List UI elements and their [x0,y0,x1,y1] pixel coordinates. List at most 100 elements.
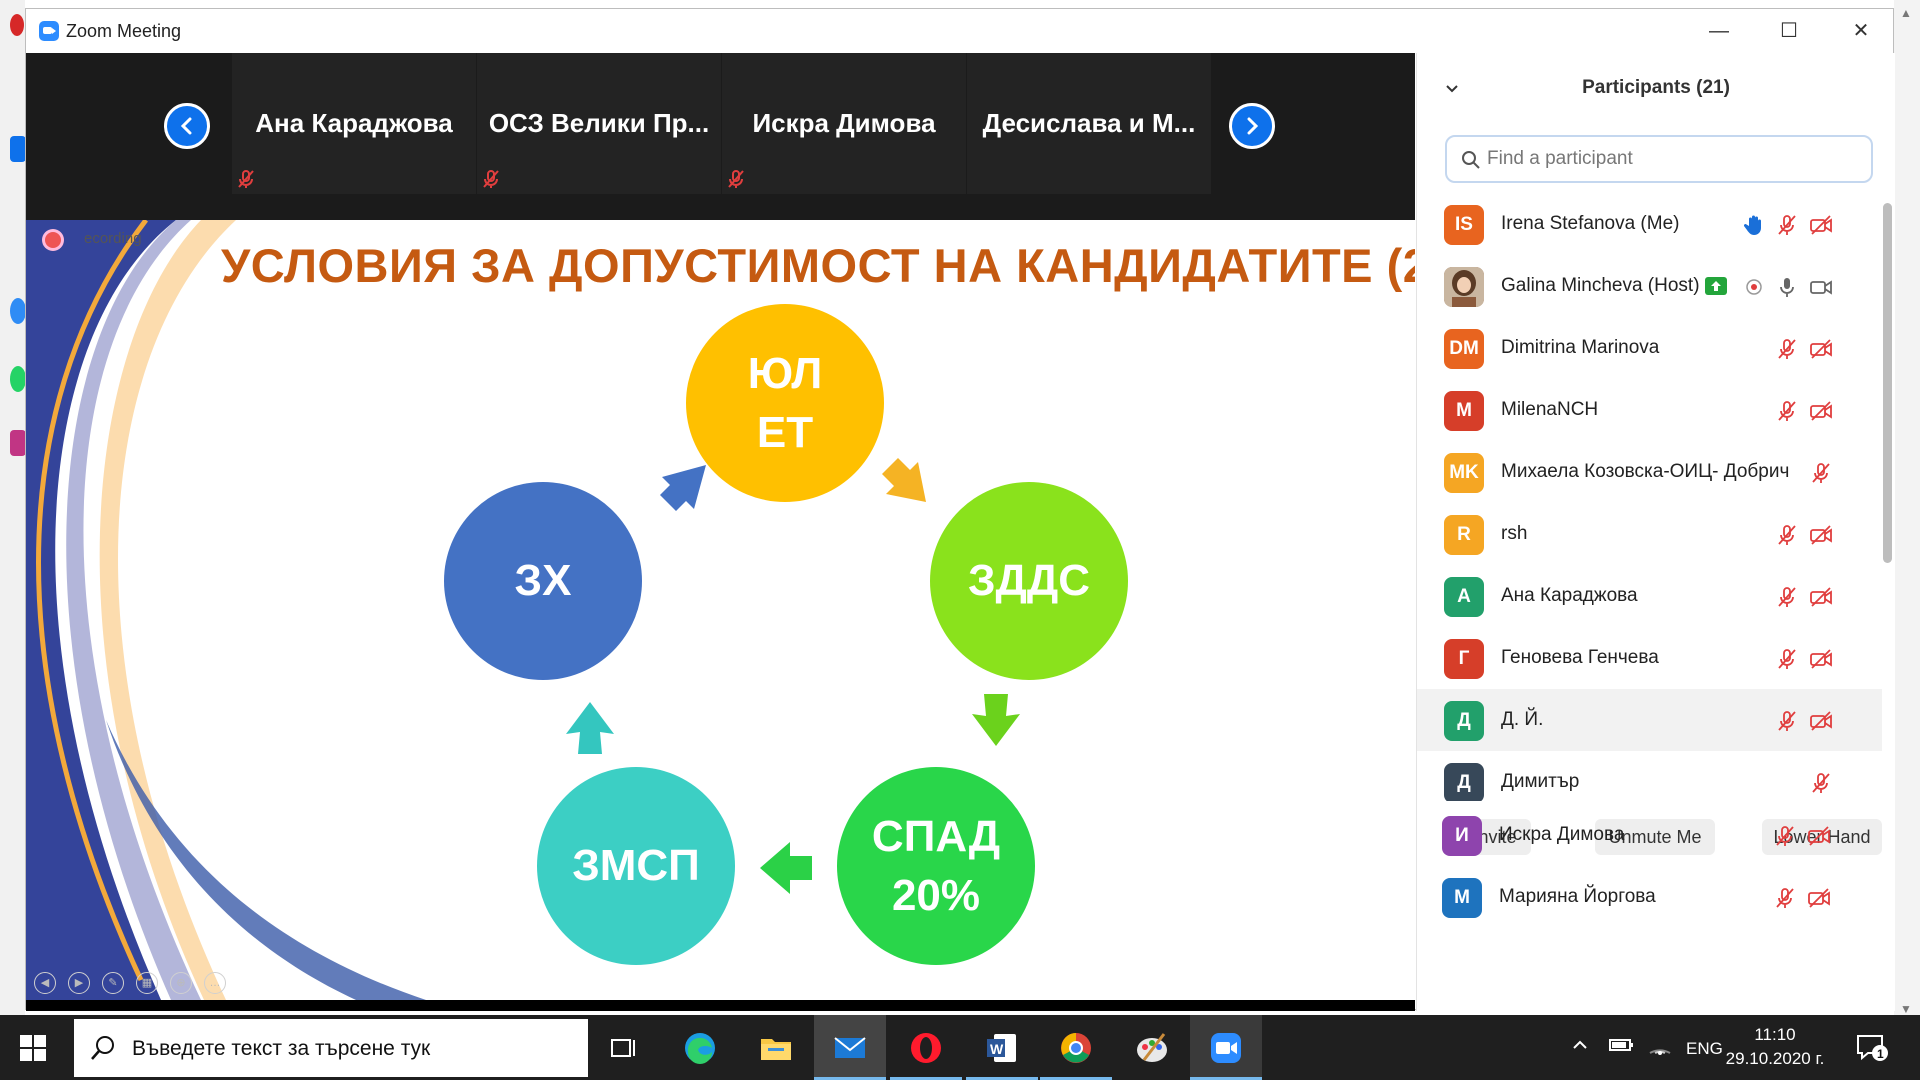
tile-name: ОСЗ Велики Пр... [488,108,710,138]
avatar: Г [1444,639,1484,679]
muted-mic-icon [1812,463,1830,483]
video-tile[interactable]: ОСЗ Велики Пр... [477,53,721,194]
muted-mic-icon [238,170,254,188]
participant-list-continued: И Искра Димова М Марияна Йоргова [1415,804,1880,928]
edge-icon [685,1033,715,1064]
slide-zoom-control[interactable]: ⊕ [170,972,192,994]
show-hidden-icons[interactable] [1570,1035,1590,1060]
taskbar-clock[interactable]: 11:10 29.10.2020 г. [1720,1023,1830,1071]
zoom-icon [1211,1033,1241,1063]
paint-palette-icon [1137,1033,1167,1062]
file-explorer-app[interactable] [740,1015,812,1080]
clock-date: 29.10.2020 г. [1725,1049,1825,1068]
word-icon: W [987,1034,1016,1062]
circle-spad: СПАД 20% [837,767,1035,965]
participant-name: Марияна Йоргова [1499,886,1656,907]
participant-name: MilenaNCH [1501,399,1599,420]
notification-center-button[interactable]: 1 [1855,1033,1889,1068]
windows-start-icon[interactable] [20,1035,46,1061]
video-tile[interactable]: Ана Караджова [232,53,476,194]
record-icon [1746,279,1762,295]
participant-name: Димитър [1501,771,1580,792]
participant-row[interactable]: DM Dimitrina Marinova [1417,317,1882,379]
participant-row[interactable]: А Ана Караджова [1417,565,1882,627]
participant-row[interactable]: Г Геновева Генчева [1417,627,1882,689]
participant-row[interactable]: IS Irena Stefanova (Me) [1417,193,1882,255]
circle-ul-et: ЮЛ ЕТ [686,304,884,502]
avatar: М [1442,878,1482,918]
battery-tray[interactable] [1608,1035,1634,1060]
language-indicator[interactable]: ENG [1686,1039,1723,1059]
instagram-icon-partial [10,430,26,456]
recording-label: ecording [84,230,142,247]
participant-name: Искра Димова [1499,824,1625,845]
avatar: А [1444,577,1484,617]
mail-app[interactable] [814,1015,886,1080]
avatar: DM [1444,329,1484,369]
muted-mic-icon [1778,339,1796,359]
participant-row[interactable]: Galina Mincheva (Host) [1417,255,1882,317]
participants-title: Participants (21) [1582,77,1730,98]
slide-grid-control[interactable]: ▦ [136,972,158,994]
video-tile[interactable]: Искра Димова [722,53,966,194]
participant-search[interactable] [1445,135,1873,183]
video-off-icon [1810,711,1832,731]
participant-row[interactable]: И Искра Димова [1415,804,1880,866]
muted-mic-icon [1778,711,1796,731]
circle-text: ЗХ [514,556,572,606]
participant-row[interactable]: R rsh [1417,503,1882,565]
previous-page-button[interactable] [164,103,210,149]
slide-bottom-bar [26,1000,1415,1011]
wifi-tray[interactable] [1648,1035,1672,1060]
chrome-icon [1061,1033,1091,1063]
participant-row[interactable]: М Марияна Йоргова [1415,866,1880,928]
maximize-button[interactable]: ☐ [1766,15,1812,47]
circle-zh: ЗХ [444,482,642,680]
task-view-button[interactable] [588,1015,660,1080]
zoom-app[interactable] [1190,1015,1262,1080]
close-button[interactable]: ✕ [1838,15,1884,47]
video-tile[interactable]: Десислава и М... [967,53,1211,194]
opera-app[interactable] [890,1015,962,1080]
participant-name: Irena Stefanova (Me) [1501,213,1680,234]
video-icon [1810,280,1832,295]
avatar: И [1442,816,1482,856]
edge-app[interactable] [664,1015,736,1080]
participant-row[interactable]: MK Михаела Козовска-ОИЦ- Добрич [1417,441,1882,503]
slide-pen-control[interactable]: ✎ [102,972,124,994]
participant-name: Ана Караджова [1501,585,1638,606]
shared-screen-slide: ecording УСЛОВИЯ ЗА ДОПУСТИМОСТ НА КАНДИ… [26,220,1415,1000]
raised-hand-icon [1743,215,1761,235]
video-area: Ана Караджова ОСЗ Велики Пр... Искра Дим… [26,53,1415,1011]
next-page-button[interactable] [1229,103,1275,149]
search-icon [91,1036,114,1060]
clock-time: 11:10 [1754,1025,1796,1044]
slide-title: УСЛОВИЯ ЗА ДОПУСТИМОСТ НА КАНДИДАТИТЕ (2… [221,239,1415,292]
participant-row[interactable]: Д Димитър [1417,751,1882,801]
muted-mic-icon [1778,649,1796,669]
participant-row[interactable]: Д Д. Й. [1417,689,1882,751]
tile-name: Десислава и М... [982,108,1196,138]
participant-row[interactable]: M MilenaNCH [1417,379,1882,441]
word-app[interactable]: W [966,1015,1038,1080]
participant-list-scrollbar[interactable] [1883,203,1892,563]
participant-name: Михаела Козовска-ОИЦ- Добрич [1501,461,1790,482]
muted-mic-icon [1778,401,1796,421]
windows-taskbar: Въведете текст за търсене тук W ENG 11:1… [0,1015,1920,1080]
taskbar-search[interactable]: Въведете текст за търсене тук [74,1019,588,1077]
slide-more-control[interactable]: … [204,972,226,994]
minimize-button[interactable]: — [1696,15,1742,47]
mail-icon [834,1037,866,1058]
circle-text: ЗМСП [572,841,700,891]
circle-text: ЕТ [756,408,814,457]
paint-app[interactable] [1116,1015,1188,1080]
slide-next-control[interactable]: ▶ [68,972,90,994]
avatar: R [1444,515,1484,555]
muted-mic-icon [483,170,499,188]
slide-prev-control[interactable]: ◀ [34,972,56,994]
scroll-down-icon: ▼ [1900,1002,1912,1016]
chrome-app[interactable] [1040,1015,1112,1080]
participant-search-input[interactable] [1487,147,1857,171]
participant-video-strip: Ана Караджова ОСЗ Велики Пр... Искра Дим… [26,53,1415,220]
avatar: Д [1444,701,1484,741]
